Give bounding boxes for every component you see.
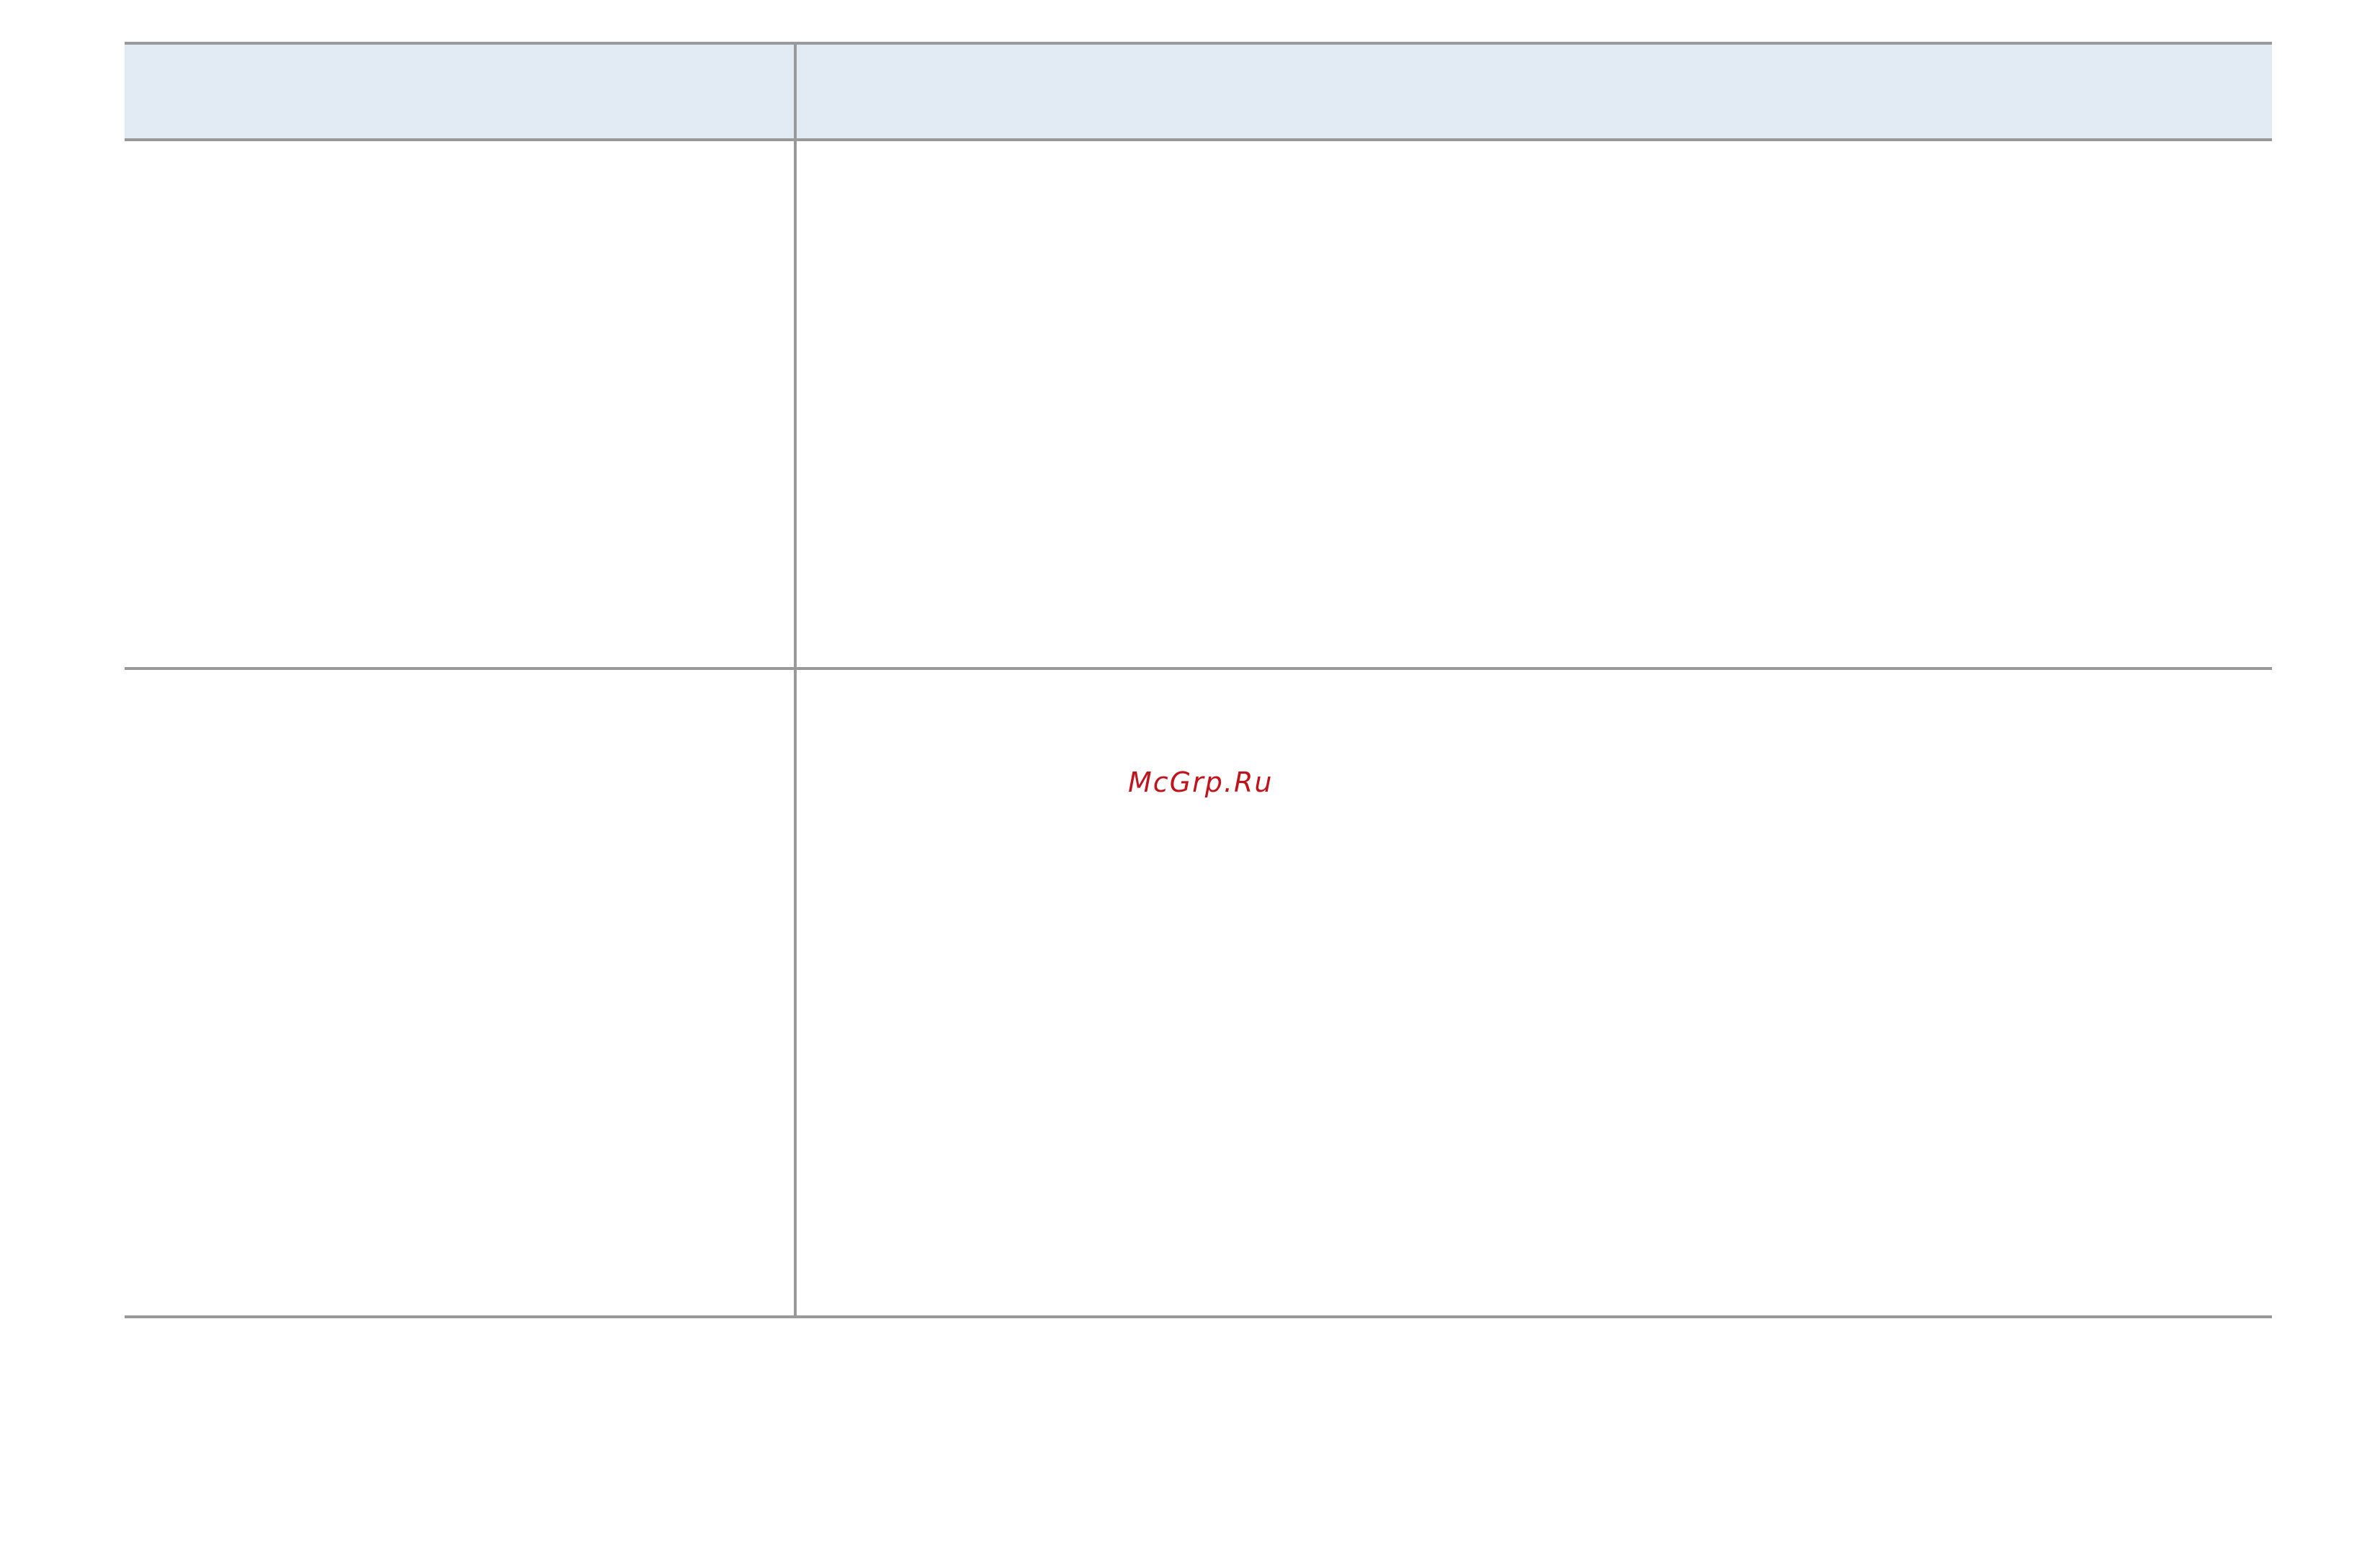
table-row-1-cell-left [125, 141, 794, 667]
table-row-divider [125, 667, 2272, 670]
watermark-text: McGrp.Ru [1128, 766, 1274, 798]
document-table [125, 42, 2272, 1318]
header-cell-left [125, 45, 794, 138]
table-row-2-cell-right [797, 670, 2272, 1315]
table-top-rule [125, 42, 2272, 45]
table-bottom-rule [125, 1315, 2272, 1318]
table-header-bottom-rule [125, 138, 2272, 141]
table-row-1-cell-right [797, 141, 2272, 667]
table-row-2-cell-left [125, 670, 794, 1315]
header-cell-right [797, 45, 2272, 138]
table-column-divider [794, 42, 797, 1318]
